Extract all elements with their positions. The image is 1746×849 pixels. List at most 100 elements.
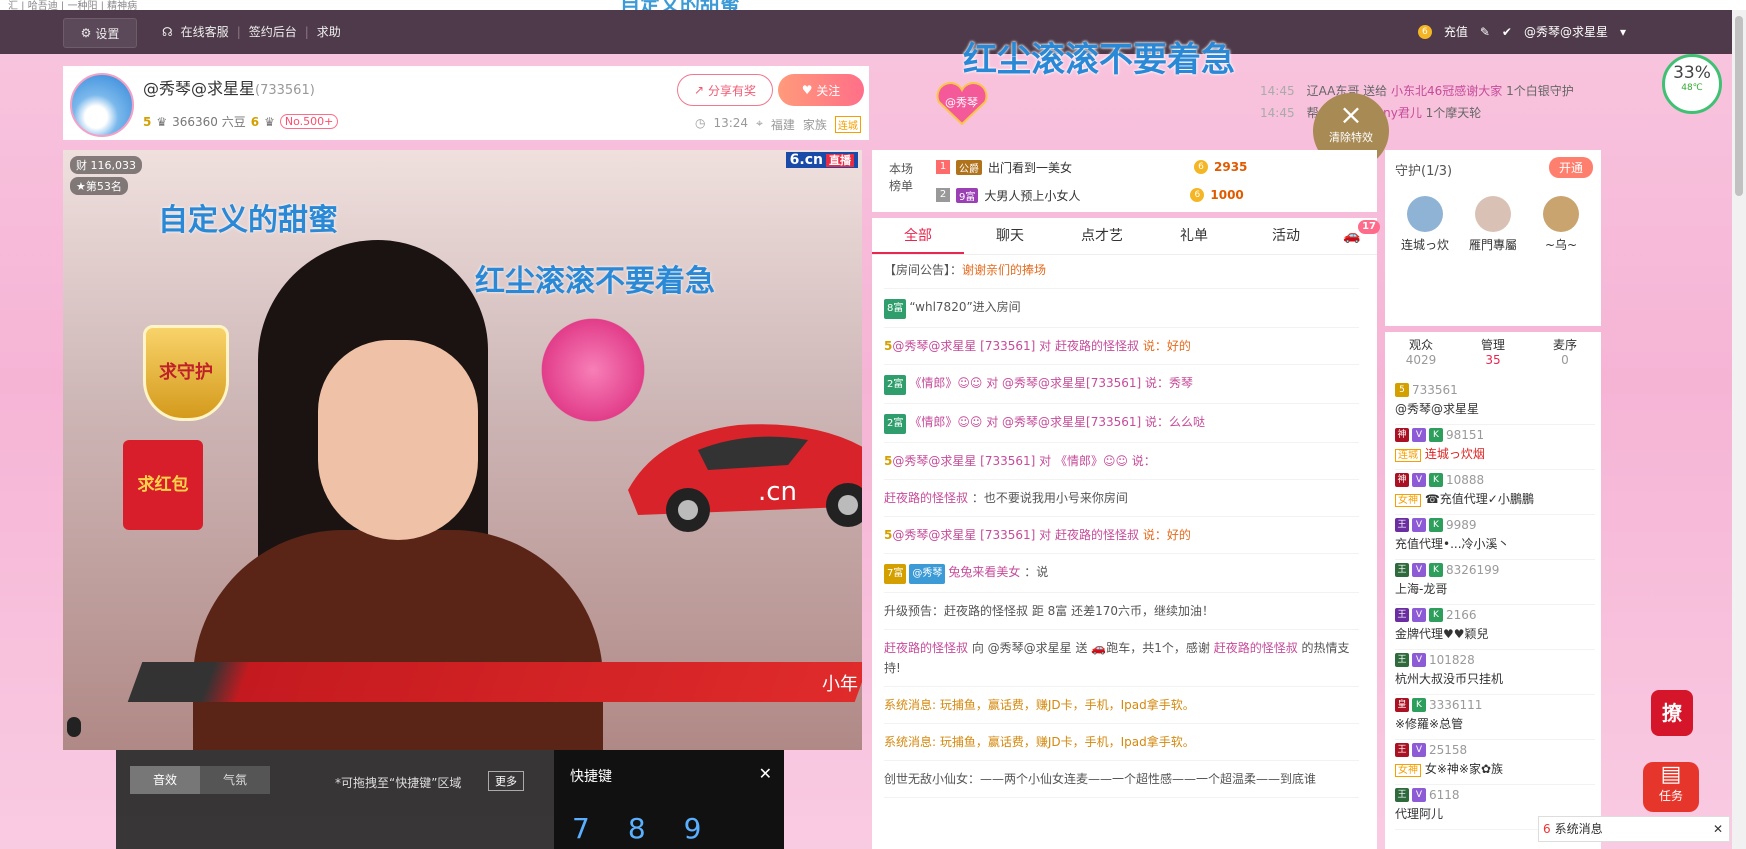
follow-button[interactable]: ♥ 关注 bbox=[778, 74, 864, 106]
audience-list[interactable]: 5 733561 @秀琴@求星星 神 V K 98151 连城 连城っ炊烟 神 V K 10888… bbox=[1395, 380, 1595, 830]
tab-audience[interactable]: 观众 4029 bbox=[1385, 336, 1457, 367]
user-name: ☎充值代理✓小鵬鵬 bbox=[1424, 492, 1534, 506]
tab-mic-queue[interactable]: 麦序 0 bbox=[1529, 336, 1601, 367]
settings-button[interactable]: ⚙ 设置 bbox=[63, 18, 137, 48]
chevron-down-icon[interactable]: ▾ bbox=[1620, 25, 1626, 39]
shortcut-keys[interactable]: 789 bbox=[572, 812, 739, 845]
user-level: 2富 bbox=[884, 414, 907, 434]
message-user[interactable]: 赶夜路的怪怪叔 bbox=[884, 491, 968, 505]
more-button[interactable]: 更多 bbox=[488, 771, 524, 791]
liao-button[interactable]: 撩 bbox=[1651, 690, 1693, 736]
video-player[interactable]: 求守护 求红包 自定义的甜蜜 红尘滚滚不要着急 .cn 小年 财 116,033… bbox=[63, 150, 862, 750]
message-text: 说：好的 bbox=[1139, 528, 1191, 542]
crown-icon: ♛ bbox=[156, 114, 168, 129]
tab-admins[interactable]: 管理 35 bbox=[1457, 336, 1529, 367]
list-item[interactable]: 王 V K 2166 金牌代理♥♥颖兒 bbox=[1395, 605, 1595, 650]
rank-value: 1000 bbox=[1210, 188, 1244, 202]
recharge-link[interactable]: 充值 bbox=[1444, 23, 1468, 40]
list-item[interactable]: 神 V K 98151 连城 连城っ炊烟 bbox=[1395, 425, 1595, 470]
user-menu[interactable]: @秀琴@求星星 bbox=[1524, 23, 1608, 40]
coin-icon: 6 bbox=[1417, 24, 1432, 39]
guard-member[interactable]: 连城っ炊 bbox=[1395, 196, 1455, 253]
edit-icon[interactable]: ✎ bbox=[1480, 25, 1490, 39]
close-icon[interactable]: ✕ bbox=[759, 764, 772, 783]
message-text[interactable]: 《情郎》☺☺ 对 @秀琴@求星星[733561] 说：秀琴 bbox=[909, 376, 1193, 390]
guard-member-name: 雁門專屬 bbox=[1468, 238, 1517, 252]
system-monitor[interactable]: 33% 48℃ bbox=[1662, 54, 1722, 114]
link-sign[interactable]: 签约后台 bbox=[249, 23, 297, 40]
avatar bbox=[1407, 196, 1443, 232]
user-id: 2166 bbox=[1446, 608, 1477, 622]
tab-label: 麦序 bbox=[1552, 338, 1577, 352]
list-item[interactable]: 王 V K 9989 充值代理•...冷小溪丶 bbox=[1395, 515, 1595, 560]
gift-rank-label[interactable]: 本场榜单 bbox=[886, 160, 916, 194]
user-id: 98151 bbox=[1446, 428, 1485, 442]
wealth-level: 6 bbox=[250, 114, 260, 129]
audience-panel: 观众 4029 管理 35 麦序 0 5 733561 @秀琴@求星星 神 V K 98151 连… bbox=[1385, 332, 1601, 849]
guard-member[interactable]: ~乌~ bbox=[1531, 196, 1591, 253]
scroll-thumb[interactable] bbox=[1735, 16, 1743, 196]
task-button[interactable]: ▤ 任务 bbox=[1643, 762, 1699, 812]
message-user[interactable]: 赶夜路的怪怪叔 bbox=[1055, 528, 1139, 542]
link-service[interactable]: 在线客服 bbox=[181, 23, 229, 40]
check-icon[interactable]: ✔ bbox=[1502, 25, 1512, 39]
tab-chat[interactable]: 聊天 bbox=[964, 218, 1056, 254]
guard-member[interactable]: 雁門專屬 bbox=[1463, 196, 1523, 253]
link-help[interactable]: 求助 bbox=[317, 23, 341, 40]
open-guard-button[interactable]: 开通 bbox=[1548, 157, 1593, 178]
tab-activity[interactable]: 活动 bbox=[1240, 218, 1332, 254]
message-user[interactable]: 赶夜路的怪怪叔 bbox=[884, 641, 968, 655]
family-badge: 连城 bbox=[1395, 449, 1421, 462]
gear-icon: ⚙ bbox=[80, 26, 92, 40]
logo-6-icon: 6 bbox=[1543, 822, 1551, 836]
message-text[interactable]: 《情郎》☺☺ 对 @秀琴@求星星[733561] 说：么么哒 bbox=[909, 415, 1205, 429]
car-icon[interactable]: 🚗 17 bbox=[1332, 218, 1380, 254]
guard-shield-icon[interactable]: 求守护 bbox=[143, 325, 229, 421]
rank-badge[interactable]: No.500+ bbox=[279, 114, 339, 129]
tab-talent[interactable]: 点才艺 bbox=[1056, 218, 1148, 254]
avatar bbox=[1475, 196, 1511, 232]
mic-icon[interactable] bbox=[67, 717, 81, 737]
system-message-bar[interactable]: 6 系统消息 ✕ bbox=[1538, 816, 1730, 842]
message-text[interactable]: @秀琴@求星星 [733561] 对 bbox=[892, 528, 1055, 542]
user-id: 6118 bbox=[1429, 788, 1460, 802]
family-badge[interactable]: 连城 bbox=[834, 116, 861, 133]
room-id: (733561) bbox=[255, 83, 315, 98]
tab-atmosphere[interactable]: 气氛 bbox=[200, 766, 270, 794]
tab-gifts[interactable]: 礼单 bbox=[1148, 218, 1240, 254]
family-badge: 女神 bbox=[1395, 494, 1421, 507]
guard-title: 守护(1/3) bbox=[1395, 160, 1452, 179]
message-user[interactable]: 赶夜路的怪怪叔 bbox=[1055, 339, 1139, 353]
family-label: 家族 bbox=[802, 118, 827, 132]
live-time: 13:24 bbox=[713, 116, 749, 130]
page-scrollbar[interactable] bbox=[1732, 10, 1746, 849]
anchor-header: @秀琴@求星星(733561) 5 ♛ 366360 六豆 6 ♛ No.500+ … bbox=[63, 66, 869, 140]
chat-message: 5@秀琴@求星星 [733561] 对 《情郎》☺☺ 说： bbox=[884, 443, 1359, 480]
ticker-row[interactable]: 14:45帮 送给 ✷Sunny君儿 1个摩天轮 bbox=[1260, 102, 1590, 124]
chat-messages[interactable]: 【房间公告】：谢谢亲们的捧场 8富 “whl7820”进入房间 5@秀琴@求星星 … bbox=[884, 256, 1359, 798]
list-item[interactable]: 神 V K 10888 女神 ☎充值代理✓小鵬鵬 bbox=[1395, 470, 1595, 515]
message-text[interactable]: @秀琴@求星星 [733561] 对 《情郎》☺☺ 说： bbox=[892, 454, 1155, 468]
message-text[interactable]: @秀琴@求星星 [733561] 对 bbox=[892, 339, 1055, 353]
task-icon: ▤ bbox=[1660, 762, 1682, 787]
list-item[interactable]: 王 V 25158 女神 女※神※家✿族 bbox=[1395, 740, 1595, 785]
avatar[interactable] bbox=[70, 73, 134, 137]
rank-tag: 公爵 bbox=[956, 159, 982, 175]
list-item[interactable]: 皇 K 3336111 ※修羅※总管 bbox=[1395, 695, 1595, 740]
message-user[interactable]: 赶夜路的怪怪叔 bbox=[1214, 641, 1298, 655]
close-icon[interactable]: ✕ bbox=[1713, 817, 1723, 841]
tab-sound-effects[interactable]: 音效 bbox=[130, 766, 200, 794]
tab-all[interactable]: 全部 bbox=[872, 218, 964, 254]
list-item[interactable]: 王 V K 8326199 上海-龙哥 bbox=[1395, 560, 1595, 605]
message-user[interactable]: 兔兔来看美女 bbox=[948, 565, 1020, 579]
ticker-row[interactable]: 14:45 辽AA东哥 送给 小东北46冠感谢大家 1个白银守护 bbox=[1260, 80, 1590, 102]
list-item[interactable]: 王 V 101828 杭州大叔没币只挂机 bbox=[1395, 650, 1595, 695]
gift-rank-row[interactable]: 1 公爵 出门看到一美女 6 2935 bbox=[936, 156, 1247, 178]
red-envelope-icon[interactable]: 求红包 bbox=[123, 440, 203, 530]
wealth-icon: 财 bbox=[76, 159, 87, 172]
rank-name: 出门看到一美女 bbox=[988, 160, 1073, 175]
gift-rank-row[interactable]: 2 9富 大男人预上小女人 6 1000 bbox=[936, 184, 1244, 206]
share-button[interactable]: ↗ 分享有奖 bbox=[677, 74, 773, 106]
chat-message: 7富 @秀琴 兔兔来看美女 ：说 bbox=[884, 554, 1359, 593]
list-item[interactable]: 5 733561 @秀琴@求星星 bbox=[1395, 380, 1595, 425]
